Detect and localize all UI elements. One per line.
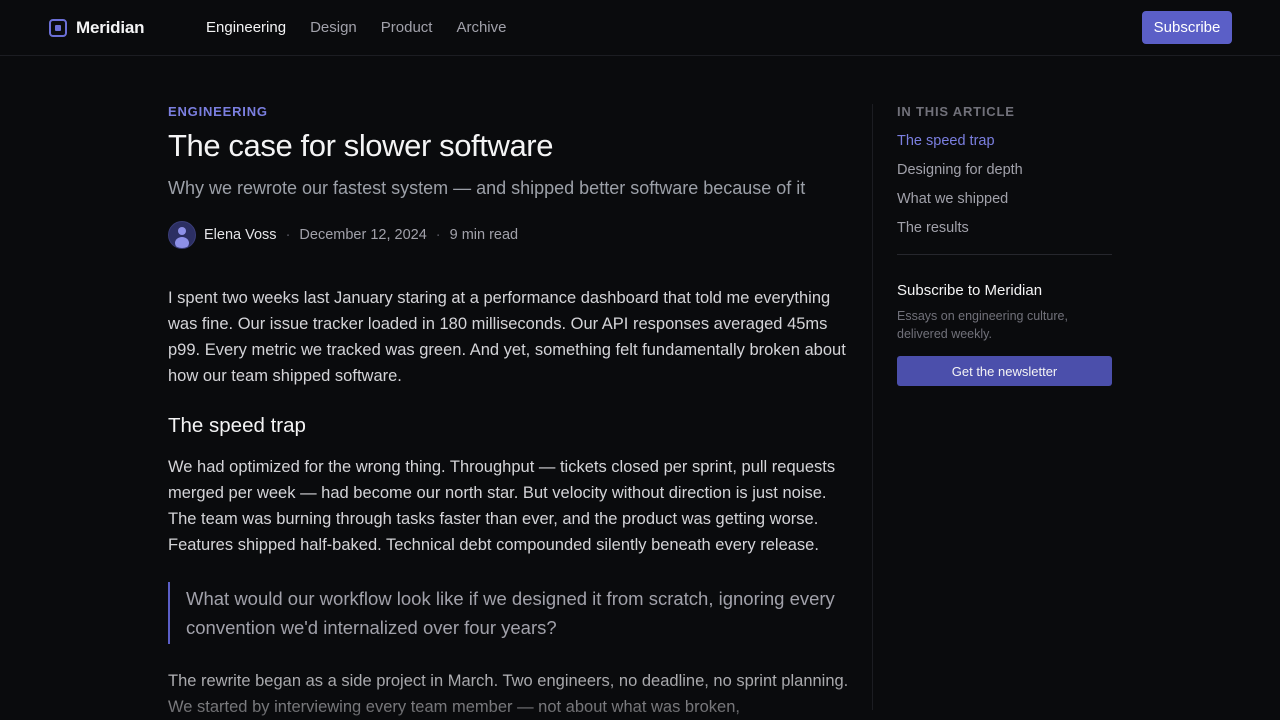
get-newsletter-button[interactable]: Get the newsletter [897,356,1112,386]
article-subtitle: Why we rewrote our fastest system — and … [168,178,806,198]
author-name[interactable]: Elena Voss [204,227,277,243]
sidebar-divider [872,104,873,710]
sidebar-separator [897,254,1112,255]
nav-item-engineering[interactable]: Engineering [206,19,286,36]
article-category[interactable]: ENGINEERING [168,104,858,119]
brand-name: Meridian [76,18,145,37]
sidebar: IN THIS ARTICLE The speed trap Designing… [897,104,1112,386]
publish-date: December 12, 2024 [299,227,427,243]
pull-quote: What would our workflow look like if we … [168,582,858,644]
main-nav: Engineering Design Product Archive [206,19,507,36]
toc-item-what-we-shipped[interactable]: What we shipped [897,191,1112,220]
toc-item-speed-trap[interactable]: The speed trap [897,133,1112,162]
top-navigation-bar: Meridian Engineering Design Product Arch… [0,0,1280,56]
subscribe-heading: Subscribe to Meridian [897,282,1043,299]
article-paragraph: The rewrite began as a side project in M… [168,672,849,716]
toc-item-designing-for-depth[interactable]: Designing for depth [897,162,1112,191]
read-time: 9 min read [449,227,519,243]
user-avatar-icon[interactable] [168,221,196,249]
subscribe-description: Essays on engineering culture, delivered… [897,309,1068,341]
separator-dot: · [285,227,291,243]
table-of-contents: The speed trap Designing for depth What … [897,133,1112,249]
toc-heading: IN THIS ARTICLE [897,104,1015,119]
separator-dot: · [435,227,441,243]
nav-item-product[interactable]: Product [381,19,433,36]
article-paragraph: I spent two weeks last January staring a… [168,289,846,385]
subscribe-button[interactable]: Subscribe [1142,11,1232,44]
article-paragraph: We had optimized for the wrong thing. Th… [168,458,836,554]
toc-item-the-results[interactable]: The results [897,220,1112,249]
nav-item-archive[interactable]: Archive [456,19,506,36]
brand[interactable]: Meridian [49,18,145,38]
byline: Elena Voss · December 12, 2024 · 9 min r… [168,221,858,249]
nav-item-design[interactable]: Design [310,19,357,36]
section-heading: The speed trap [168,414,306,437]
meridian-logo-icon [49,19,67,37]
article-title: The case for slower software [168,128,554,163]
article: ENGINEERING The case for slower software… [168,104,858,720]
